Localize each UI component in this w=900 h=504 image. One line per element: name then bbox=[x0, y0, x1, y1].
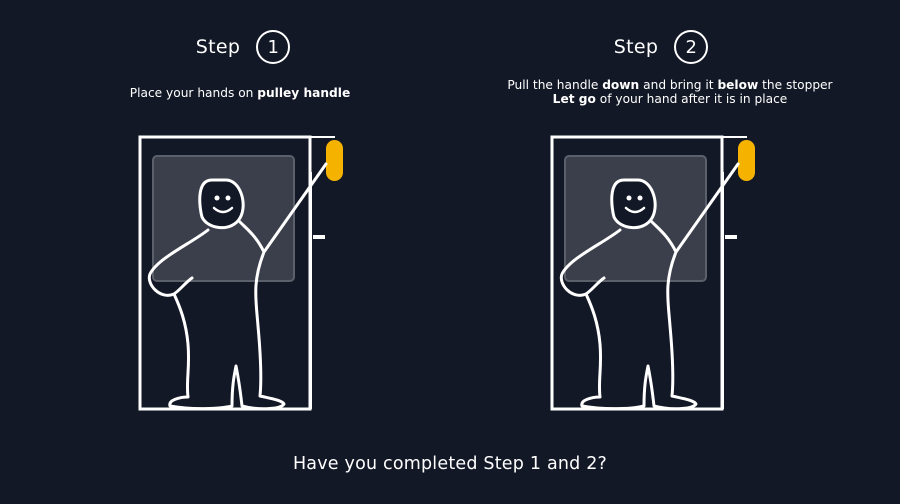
pulley-handle bbox=[738, 140, 755, 181]
step-2-number-badge: 2 bbox=[674, 30, 709, 64]
instruction-text: the stopper bbox=[758, 78, 833, 92]
instruction-emphasis: Let go bbox=[552, 92, 596, 106]
instruction-emphasis: pulley handle bbox=[257, 86, 351, 100]
step-1-instructions: Place your hands on pulley handle bbox=[15, 86, 465, 100]
person-pulling-handle-illustration bbox=[138, 135, 343, 411]
instruction-line: Pull the handle down and bring it below … bbox=[445, 78, 895, 92]
pulley-handle bbox=[326, 140, 343, 181]
step-2-illustration bbox=[542, 132, 782, 414]
step-1-panel: Step 1 Place your hands on pulley handle bbox=[0, 0, 450, 440]
stopper bbox=[725, 235, 737, 239]
instruction-text: Pull the handle bbox=[507, 78, 603, 92]
completion-question: Have you completed Step 1 and 2? bbox=[292, 454, 608, 474]
instruction-text: of your hand after it is in place bbox=[595, 92, 788, 106]
instruction-line: Let go of your hand after it is in place bbox=[445, 92, 895, 106]
instruction-line: Place your hands on pulley handle bbox=[15, 86, 465, 100]
person-eye-right bbox=[637, 195, 643, 201]
step-2-label: Step bbox=[613, 36, 659, 58]
instruction-emphasis: down bbox=[602, 78, 640, 92]
instruction-emphasis: below bbox=[717, 78, 759, 92]
stopper bbox=[313, 235, 325, 239]
step-1-header: Step 1 bbox=[18, 30, 468, 64]
step-1-number-badge: 1 bbox=[256, 30, 291, 64]
person-eye-right bbox=[225, 195, 231, 201]
step-1-label: Step bbox=[195, 36, 241, 58]
person-eye-left bbox=[214, 195, 220, 201]
person-pulling-handle-illustration bbox=[550, 135, 755, 411]
step-2-instructions: Pull the handle down and bring it below … bbox=[445, 78, 895, 106]
person-eye-left bbox=[626, 195, 632, 201]
step-2-panel: Step 2 Pull the handle down and bring it… bbox=[450, 0, 900, 440]
step-2-header: Step 2 bbox=[436, 30, 886, 64]
step-1-illustration bbox=[130, 132, 370, 414]
instruction-text: and bring it bbox=[639, 78, 718, 92]
instruction-text: Place your hands on bbox=[129, 86, 258, 100]
